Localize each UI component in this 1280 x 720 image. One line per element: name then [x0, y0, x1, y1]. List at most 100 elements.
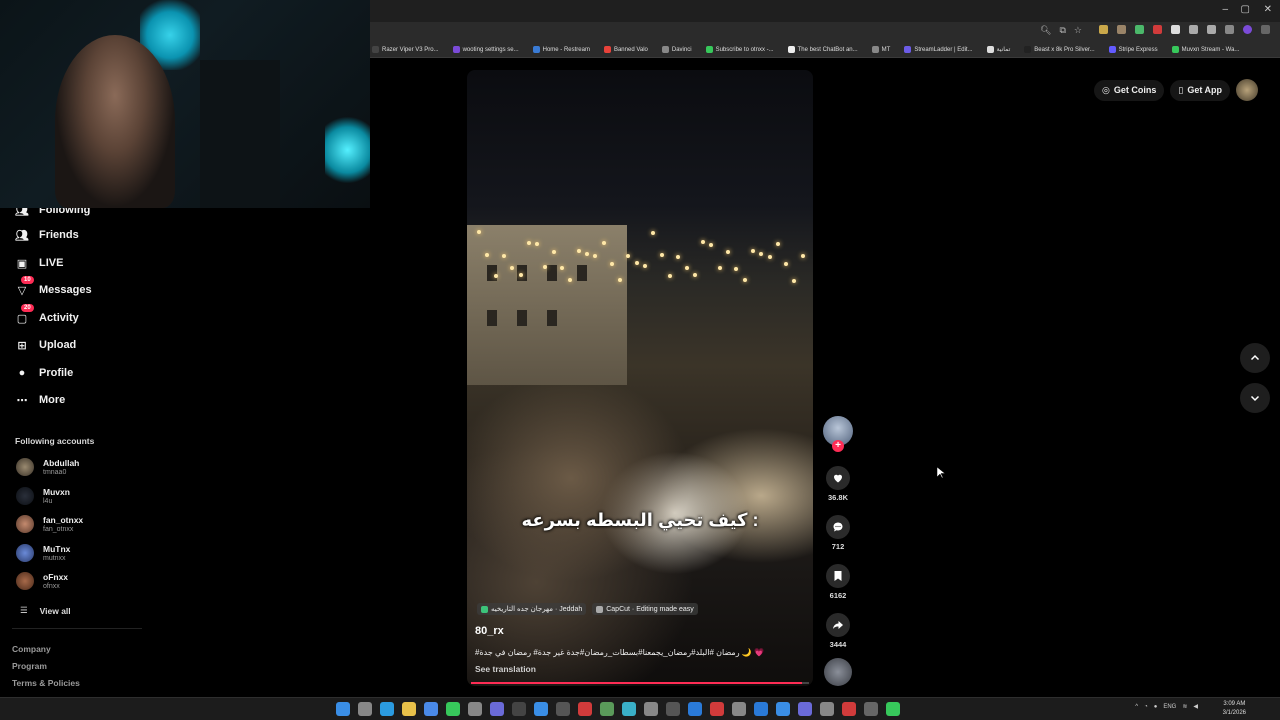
- user-avatar[interactable]: [1236, 79, 1258, 101]
- taskbar-app-icon[interactable]: [402, 702, 416, 716]
- location-tag[interactable]: مهرجان جده التاريخيه · Jeddah: [477, 603, 587, 615]
- see-translation-button[interactable]: See translation: [475, 664, 536, 674]
- network-icon[interactable]: ◔: [1144, 704, 1148, 710]
- string-light: [684, 266, 689, 271]
- account-handle: mutnxx: [43, 555, 66, 562]
- footer-terms-link[interactable]: Terms & Policies: [12, 678, 80, 688]
- bookmark-item[interactable]: تمانية: [986, 46, 1010, 53]
- extension-icon[interactable]: [1153, 25, 1162, 34]
- wifi-icon[interactable]: ≋: [1182, 703, 1187, 710]
- taskbar-app-icon[interactable]: [776, 702, 790, 716]
- bookmark-item[interactable]: Home - Restream: [532, 46, 590, 53]
- minimize-icon[interactable]: –: [1222, 4, 1228, 15]
- get-app-button[interactable]: ▯ Get App: [1170, 79, 1230, 101]
- taskbar-app-icon[interactable]: [336, 702, 350, 716]
- mic-icon[interactable]: ●: [1154, 704, 1158, 710]
- music-disc-button[interactable]: [822, 658, 854, 686]
- following-account-item[interactable]: MuTnx mutnxx: [16, 544, 70, 562]
- sidebar-item-profile[interactable]: ● Profile: [14, 365, 74, 381]
- taskbar-app-icon[interactable]: [358, 702, 372, 716]
- creator-avatar-button[interactable]: +: [822, 416, 854, 452]
- video-author[interactable]: 80_rx: [475, 625, 504, 637]
- bookmark-item[interactable]: Beast x 8k Pro Silver...: [1024, 46, 1095, 53]
- sidepanel-icon[interactable]: [1225, 25, 1234, 34]
- sidebar-item-more[interactable]: ⋯ More: [14, 392, 66, 408]
- clock[interactable]: 3:09 AM 3/1/2026: [1223, 700, 1246, 718]
- taskbar-app-icon[interactable]: [644, 702, 658, 716]
- taskbar-app-icon[interactable]: [446, 702, 460, 716]
- sidebar-item-live[interactable]: ▣ LIVE: [14, 255, 64, 271]
- taskbar-app-icon[interactable]: [732, 702, 746, 716]
- bookmark-star-icon[interactable]: ☆: [1074, 25, 1082, 36]
- taskbar-app-icon[interactable]: [512, 702, 526, 716]
- taskbar-app-icon[interactable]: [468, 702, 482, 716]
- taskbar-app-icon[interactable]: [380, 702, 394, 716]
- extension-icon[interactable]: [1171, 25, 1180, 34]
- video-progress-bar[interactable]: [471, 682, 809, 684]
- extension-icon[interactable]: [1117, 25, 1126, 34]
- taskbar-app-icon[interactable]: [424, 702, 438, 716]
- extension-icon[interactable]: [1135, 25, 1144, 34]
- bookmark-item[interactable]: The best ChatBot an...: [787, 46, 858, 53]
- bookmark-item[interactable]: Muvxn Stream - Wa...: [1171, 46, 1239, 53]
- footer-program-link[interactable]: Program: [12, 661, 47, 671]
- bookmark-item[interactable]: Banned Valo: [603, 46, 648, 53]
- taskbar-app-icon[interactable]: [534, 702, 548, 716]
- share-button[interactable]: 3444: [822, 613, 854, 649]
- previous-video-button[interactable]: [1240, 343, 1270, 373]
- bookmark-item[interactable]: MT: [871, 46, 890, 53]
- bookmark-item[interactable]: Subscribe to otnxx -...: [705, 46, 774, 53]
- comment-button[interactable]: 712: [822, 515, 854, 551]
- sidebar-item-upload[interactable]: ⊞ Upload: [14, 337, 76, 353]
- taskbar-app-icon[interactable]: [842, 702, 856, 716]
- menu-dots-icon[interactable]: [1261, 25, 1270, 34]
- taskbar-app-icon[interactable]: [666, 702, 680, 716]
- taskbar-app-icon[interactable]: [688, 702, 702, 716]
- maximize-icon[interactable]: ▢: [1241, 4, 1250, 15]
- next-video-button[interactable]: [1240, 383, 1270, 413]
- taskbar-app-icon[interactable]: [820, 702, 834, 716]
- taskbar-app-icon[interactable]: [886, 702, 900, 716]
- taskbar-app-icon[interactable]: [864, 702, 878, 716]
- bookmark-item[interactable]: Davinci: [661, 46, 692, 53]
- extension-icon[interactable]: [1189, 25, 1198, 34]
- chevron-up-icon[interactable]: ^: [1135, 704, 1138, 710]
- bookmark-item[interactable]: StreamLadder | Edit...: [904, 46, 973, 53]
- get-coins-button[interactable]: ◎ Get Coins: [1094, 79, 1165, 101]
- follow-plus-icon[interactable]: +: [832, 440, 844, 452]
- footer-company-link[interactable]: Company: [12, 644, 51, 654]
- capcut-tag[interactable]: CapCut · Editing made easy: [592, 603, 698, 615]
- taskbar-app-icon[interactable]: [710, 702, 724, 716]
- zoom-icon[interactable]: 🔍︎: [1040, 25, 1051, 36]
- account-handle: l4u: [43, 498, 53, 505]
- following-account-item[interactable]: fan_otnxx fan_otnxx: [16, 515, 83, 533]
- like-button[interactable]: 36.8K: [822, 466, 854, 502]
- sidebar-item-messages[interactable]: ▽ 10 Messages: [14, 276, 92, 298]
- following-account-item[interactable]: Muvxn l4u: [16, 487, 70, 505]
- view-all-button[interactable]: ☰ View all: [20, 605, 71, 616]
- video-player[interactable]: كيف تحيي البسطه بسرعه : مهرجان جده التار…: [467, 70, 813, 686]
- taskbar-app-icon[interactable]: [622, 702, 636, 716]
- close-icon[interactable]: ✕: [1264, 4, 1272, 15]
- extension-icon[interactable]: [1099, 25, 1108, 34]
- volume-icon[interactable]: ◀: [1193, 703, 1198, 710]
- taskbar-app-icon[interactable]: [798, 702, 812, 716]
- sidebar-item-activity[interactable]: ▢ 20 Activity: [14, 304, 79, 326]
- following-account-item[interactable]: oFnxx ofnxx: [16, 572, 68, 590]
- profile-avatar-icon[interactable]: [1243, 25, 1252, 34]
- taskbar-app-icon[interactable]: [490, 702, 504, 716]
- extensions-puzzle-icon[interactable]: [1207, 25, 1216, 34]
- save-button[interactable]: 6162: [822, 564, 854, 600]
- bookmark-item[interactable]: Razer Viper V3 Pro...: [372, 46, 439, 53]
- lang-indicator[interactable]: ENG: [1163, 704, 1176, 710]
- taskbar-app-icon[interactable]: [754, 702, 768, 716]
- taskbar-app-icon[interactable]: [556, 702, 570, 716]
- bookmark-item[interactable]: Stripe Express: [1108, 46, 1158, 53]
- bookmark-item[interactable]: wooting settings se...: [452, 46, 519, 53]
- following-account-item[interactable]: Abdullah tmnaa0: [16, 458, 79, 476]
- cast-icon[interactable]: ⧉: [1059, 25, 1065, 36]
- address-bar[interactable]: 🔍︎ ⧉ ☆: [370, 22, 1280, 42]
- taskbar-app-icon[interactable]: [578, 702, 592, 716]
- taskbar-app-icon[interactable]: [600, 702, 614, 716]
- sidebar-item-friends[interactable]: 👥︎ Friends: [14, 227, 79, 243]
